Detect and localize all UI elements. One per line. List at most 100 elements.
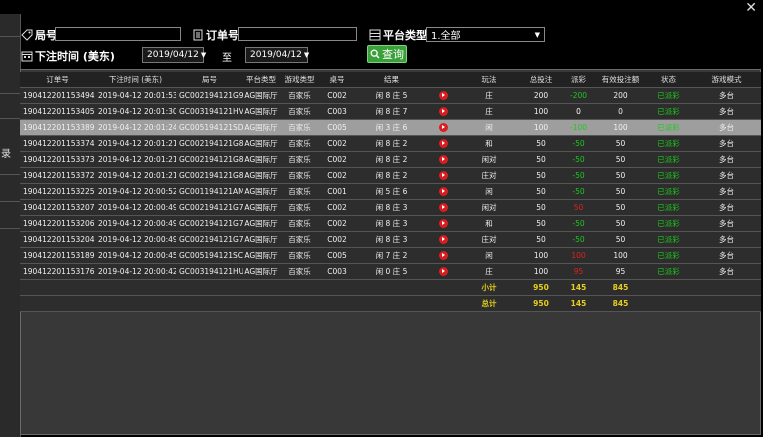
cell-replay[interactable]	[429, 119, 457, 136]
cell-replay[interactable]	[429, 231, 457, 248]
header-col-total-bet: 总投注	[521, 72, 561, 88]
play-replay-icon[interactable]	[438, 219, 448, 229]
to-label: 至	[222, 53, 232, 64]
cell-replay[interactable]	[429, 135, 457, 152]
play-replay-icon[interactable]	[438, 251, 448, 261]
header-col-replay	[429, 72, 457, 88]
cell-total-bet: 50	[521, 151, 561, 168]
play-replay-icon[interactable]	[438, 139, 448, 149]
cell-play-type: 和	[457, 215, 521, 232]
cell-replay[interactable]	[429, 151, 457, 168]
cell-payout: -50	[561, 183, 596, 200]
table-row[interactable]: 190412201153372 2019-04-12 20:01:21 GC0021…	[20, 167, 761, 184]
cell-replay[interactable]	[429, 167, 457, 184]
cell-result: 闲 7 庄 2	[354, 247, 429, 264]
cell-order-id: 190412201153372	[20, 167, 95, 184]
table-row[interactable]: 190412201153176 2019-04-12 20:00:42 GC0031…	[20, 263, 761, 280]
cell-game-type: 百家乐	[279, 199, 320, 216]
empty-cell	[279, 279, 320, 296]
total-row-valid-bet: 845	[596, 295, 645, 312]
play-replay-icon[interactable]	[438, 107, 448, 117]
cell-total-bet: 50	[521, 215, 561, 232]
cell-payout: -50	[561, 167, 596, 184]
header-col-status: 状态	[645, 72, 692, 88]
table-row[interactable]: 190412201153204 2019-04-12 20:00:49 GC0021…	[20, 231, 761, 248]
round-input[interactable]	[55, 27, 181, 41]
close-icon[interactable]: ✕	[745, 0, 757, 16]
cell-order-id: 190412201153374	[20, 135, 95, 152]
play-replay-icon[interactable]	[438, 187, 448, 197]
cell-result: 闲 8 庄 2	[354, 167, 429, 184]
table-row[interactable]: 190412201153374 2019-04-12 20:01:21 GC0021…	[20, 135, 761, 152]
cell-platform: AG国际厅	[243, 103, 279, 120]
table-row[interactable]: 190412201153389 2019-04-12 20:01:24 GC0051…	[20, 119, 761, 136]
cell-game-mode: 多台	[692, 183, 761, 200]
cell-game-type: 百家乐	[279, 215, 320, 232]
cell-table-no: C005	[320, 119, 354, 136]
empty-cell	[429, 295, 457, 312]
platform-label: 平台类型	[383, 29, 427, 42]
table-row[interactable]: 190412201153207 2019-04-12 20:00:49 GC0021…	[20, 199, 761, 216]
play-replay-icon[interactable]	[438, 235, 448, 245]
table-row[interactable]: 190412201153373 2019-04-12 20:01:21 GC0021…	[20, 151, 761, 168]
subtotal-row-payout: 145	[561, 279, 596, 296]
cell-replay[interactable]	[429, 263, 457, 280]
cell-game-type: 百家乐	[279, 87, 320, 104]
cell-status: 已派彩	[645, 199, 692, 216]
cell-valid-bet: 95	[596, 263, 645, 280]
cell-total-bet: 100	[521, 103, 561, 120]
cell-order-id: 190412201153494	[20, 87, 95, 104]
cell-valid-bet: 100	[596, 247, 645, 264]
query-button[interactable]: 查询	[367, 45, 407, 63]
table-row[interactable]: 190412201153189 2019-04-12 20:00:45 GC0051…	[20, 247, 761, 264]
cell-status: 已派彩	[645, 183, 692, 200]
cell-order-id: 190412201153189	[20, 247, 95, 264]
cell-total-bet: 50	[521, 167, 561, 184]
date-to-picker[interactable]: 2019/04/12 ▼	[245, 47, 309, 63]
play-replay-icon[interactable]	[438, 155, 448, 165]
cell-table-no: C005	[320, 247, 354, 264]
cell-replay[interactable]	[429, 199, 457, 216]
cell-platform: AG国际厅	[243, 183, 279, 200]
table-row[interactable]: 190412201153494 2019-04-12 20:01:53 GC0021…	[20, 87, 761, 104]
cell-bet-time: 2019-04-12 20:00:45	[95, 247, 176, 264]
cell-round-id: GC002194121G8	[176, 135, 243, 152]
cell-replay[interactable]	[429, 247, 457, 264]
cell-replay[interactable]	[429, 87, 457, 104]
cell-replay[interactable]	[429, 103, 457, 120]
cell-game-mode: 多台	[692, 135, 761, 152]
cell-result: 闲 8 庄 3	[354, 199, 429, 216]
play-replay-icon[interactable]	[438, 203, 448, 213]
cell-play-type: 闲	[457, 119, 521, 136]
platform-select[interactable]: 1.全部 ▼	[426, 27, 545, 42]
cell-total-bet: 200	[521, 87, 561, 104]
cell-order-id: 190412201153204	[20, 231, 95, 248]
cell-valid-bet: 200	[596, 87, 645, 104]
empty-cell	[20, 279, 95, 296]
order-input[interactable]	[238, 27, 357, 41]
cell-status: 已派彩	[645, 135, 692, 152]
cell-replay[interactable]	[429, 215, 457, 232]
cell-game-type: 百家乐	[279, 263, 320, 280]
cell-payout: -200	[561, 87, 596, 104]
play-replay-icon[interactable]	[438, 267, 448, 277]
table-row[interactable]: 190412201153206 2019-04-12 20:00:49 GC0021…	[20, 215, 761, 232]
play-replay-icon[interactable]	[438, 91, 448, 101]
play-replay-icon[interactable]	[438, 171, 448, 181]
cell-game-type: 百家乐	[279, 119, 320, 136]
cell-order-id: 190412201153225	[20, 183, 95, 200]
date-from-picker[interactable]: 2019/04/12 ▼	[142, 47, 206, 63]
table-row[interactable]: 190412201153225 2019-04-12 20:00:52 GC0011…	[20, 183, 761, 200]
results-panel: 订单号 下注时间 (美东) 局号 平台类型 游戏类型 桌号 结果 玩法 总投注 派彩 有效投注额 状态…	[20, 69, 761, 435]
header-col-game-mode: 游戏模式	[692, 72, 761, 88]
table-row[interactable]: 190412201153405 2019-04-12 20:01:30 GC0031…	[20, 103, 761, 120]
cell-game-type: 百家乐	[279, 103, 320, 120]
empty-cell	[243, 295, 279, 312]
play-replay-icon[interactable]	[438, 123, 448, 133]
empty-cell	[95, 295, 176, 312]
cell-order-id: 190412201153389	[20, 119, 95, 136]
cell-payout: -50	[561, 151, 596, 168]
cell-replay[interactable]	[429, 183, 457, 200]
cell-game-type: 百家乐	[279, 167, 320, 184]
header-col-bet-time: 下注时间 (美东)	[95, 72, 176, 88]
